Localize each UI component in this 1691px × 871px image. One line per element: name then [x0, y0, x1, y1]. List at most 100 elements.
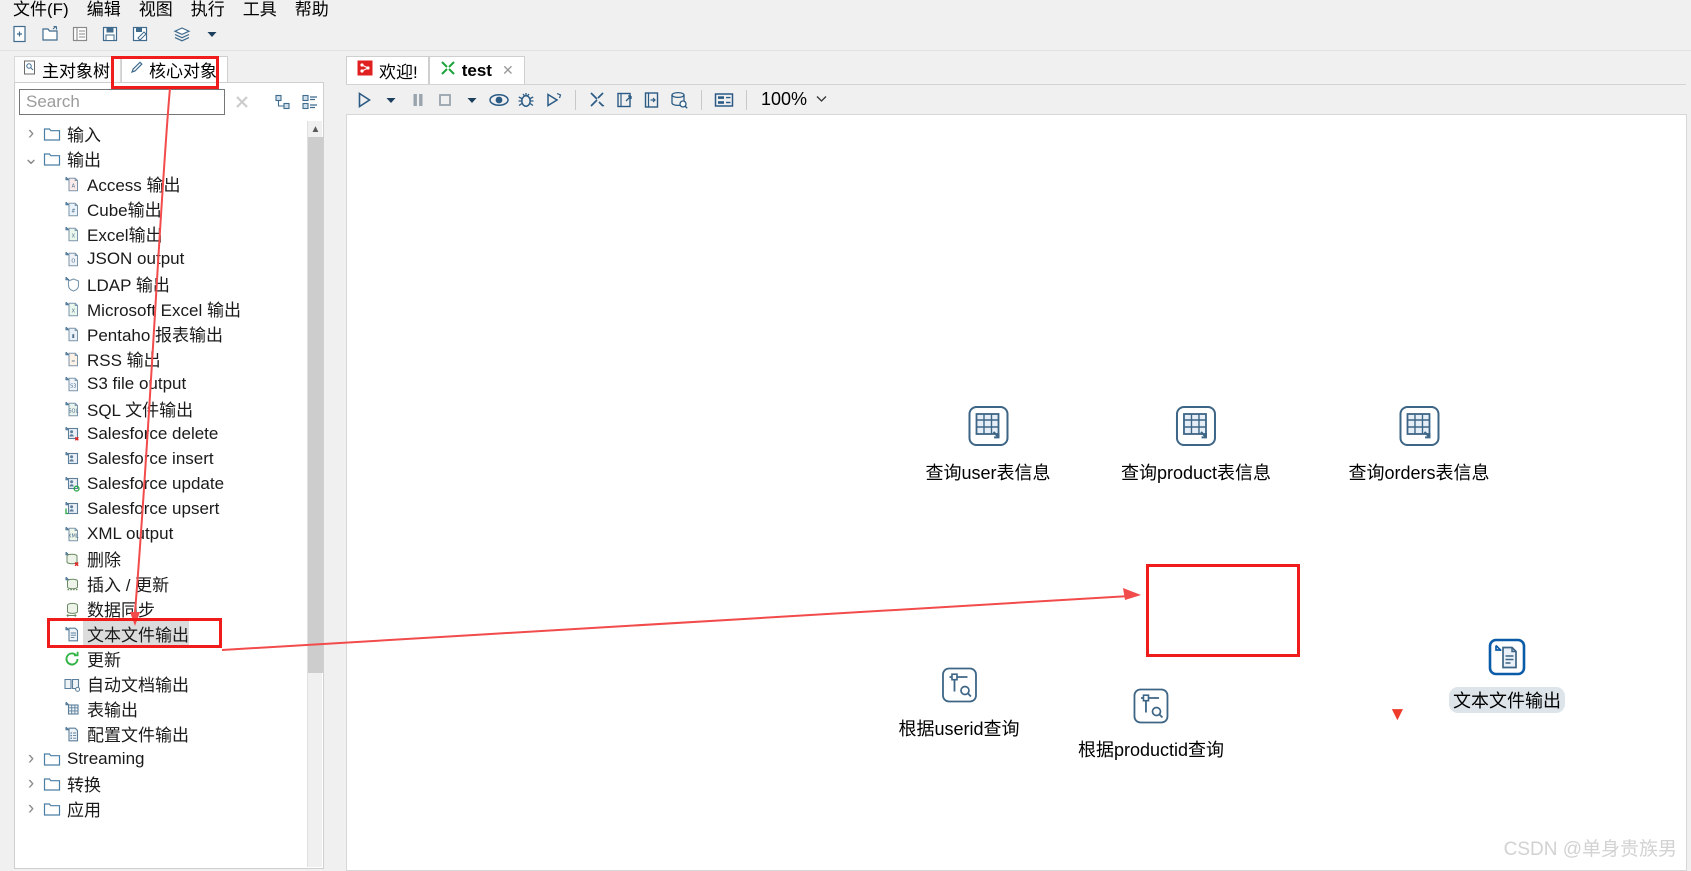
tree-item-salesforce-delete[interactable]: Salesforce delete — [17, 421, 309, 446]
stop-icon[interactable] — [433, 88, 457, 112]
tree-item-excel-output[interactable]: X Excel输出 — [17, 221, 309, 246]
tree-item-pentaho-report-output[interactable]: ▮ Pentaho 报表输出 — [17, 321, 309, 346]
tree-node-transform[interactable]: › 转换 — [17, 771, 309, 796]
tree-item-data-sync-label: 数据同步 — [87, 601, 155, 620]
canvas-node-text-file-output[interactable]: 文本文件输出 — [1449, 638, 1565, 713]
tree-node-output[interactable]: ⌄ 输出 — [17, 146, 309, 171]
log-icon[interactable] — [640, 88, 664, 112]
close-icon[interactable]: ✕ — [502, 62, 514, 79]
chevron-right-icon[interactable]: › — [21, 773, 41, 795]
run-dropdown-icon[interactable] — [379, 88, 403, 112]
tree-item-delete[interactable]: 删除 — [17, 546, 309, 571]
tree-item-update-label: 更新 — [87, 651, 121, 670]
transformation-canvas[interactable]: 查询user表信息 查询product表信息 查询orders表信息 根据use… — [346, 114, 1687, 871]
canvas-node-query-orders[interactable]: 查询orders表信息 — [1348, 404, 1490, 485]
run-icon[interactable] — [352, 88, 376, 112]
tree-item-properties-output[interactable]: 配置文件输出 — [17, 721, 309, 746]
show-last-preview-icon[interactable] — [613, 88, 637, 112]
chevron-down-icon[interactable] — [815, 89, 828, 110]
tree-item-properties-output-label: 配置文件输出 — [87, 726, 189, 745]
search-input-placeholder: Search — [26, 92, 80, 111]
scroll-up-icon[interactable]: ▲ — [308, 121, 323, 137]
tree-node-apply[interactable]: › 应用 — [17, 796, 309, 821]
menu-view[interactable]: 视图 — [130, 1, 182, 18]
pentaho-report-output-icon: ▮ — [61, 325, 83, 343]
tree-item-json-output[interactable]: O JSON output — [17, 246, 309, 271]
tree-item-text-file-output[interactable]: 文本文件输出 — [17, 621, 309, 646]
tree-item-ldap-output[interactable]: LDAP 输出 — [17, 271, 309, 296]
collapse-all-icon[interactable] — [272, 91, 293, 113]
tree-item-cube-output[interactable]: # Cube输出 — [17, 196, 309, 221]
text-file-output-icon — [61, 625, 83, 643]
menu-run[interactable]: 执行 — [182, 1, 234, 18]
explorer-icon[interactable] — [68, 22, 92, 46]
tree-item-salesforce-insert[interactable]: Salesforce insert — [17, 446, 309, 471]
menu-help[interactable]: 帮助 — [286, 1, 338, 18]
tree-item-salesforce-upsert-label: Salesforce upsert — [87, 498, 220, 518]
tree-item-update[interactable]: 更新 — [17, 646, 309, 671]
chevron-right-icon[interactable]: › — [21, 123, 41, 145]
canvas-node-query-user[interactable]: 查询user表信息 — [925, 404, 1051, 485]
tree-scrollbar[interactable]: ▲ — [307, 121, 323, 867]
tab-core-objects[interactable]: 核心对象 — [121, 56, 228, 82]
menu-tools[interactable]: 工具 — [234, 1, 286, 18]
editor-area: 欢迎! test ✕ 100% 查询user表信息 查询product表信息 查… — [340, 54, 1687, 871]
tab-main-object-tree[interactable]: 主对象树 — [14, 56, 121, 82]
chevron-down-icon[interactable]: ⌄ — [21, 148, 41, 169]
tab-main-object-tree-label: 主对象树 — [42, 62, 110, 81]
grid-icon[interactable] — [712, 88, 736, 112]
tree-item-sql-file-output[interactable]: SQL SQL 文件输出 — [17, 396, 309, 421]
stop-dropdown-icon[interactable] — [460, 88, 484, 112]
tree-item-s3-file-output[interactable]: S3 S3 file output — [17, 371, 309, 396]
replay-icon[interactable] — [541, 88, 565, 112]
open-folder-icon[interactable] — [38, 22, 62, 46]
tree-node-input-label: 输入 — [67, 126, 101, 145]
insert-update-icon — [61, 575, 83, 593]
text-file-output-node-icon — [1488, 638, 1526, 681]
dropdown-arrow-icon[interactable] — [200, 22, 224, 46]
tree-item-data-sync[interactable]: 数据同步 — [17, 596, 309, 621]
zoom-level-combo[interactable]: 100% — [757, 88, 834, 112]
save-as-icon[interactable] — [128, 22, 152, 46]
canvas-node-query-product[interactable]: 查询product表信息 — [1121, 404, 1271, 485]
tree-item-rss-output[interactable]: ≈ RSS 输出 — [17, 346, 309, 371]
chevron-right-icon[interactable]: › — [21, 748, 41, 770]
tree-item-sql-file-output-label: SQL 文件输出 — [87, 401, 194, 420]
tree-item-salesforce-upsert[interactable]: Salesforce upsert — [17, 496, 309, 521]
kettle-spoon-window: 文件(F) 编辑 视图 执行 工具 帮助 主对象树 核心对象 Search › … — [0, 0, 1691, 871]
canvas-node-lookup-userid[interactable]: 根据userid查询 — [898, 666, 1020, 741]
core-objects-tree[interactable]: › 输入 ⌄ 输出 A Access 输出 # Cube输出 X Excel输出 O JSON out… — [17, 121, 309, 867]
debug-icon[interactable] — [514, 88, 538, 112]
auto-doc-output-icon — [61, 675, 83, 693]
expand-all-icon[interactable] — [300, 91, 321, 113]
tree-item-auto-doc-output[interactable]: 自动文档输出 — [17, 671, 309, 696]
clear-search-icon[interactable] — [231, 91, 252, 113]
save-icon[interactable] — [98, 22, 122, 46]
tree-item-access-output[interactable]: A Access 输出 — [17, 171, 309, 196]
tree-node-streaming[interactable]: › Streaming — [17, 746, 309, 771]
database-inspect-icon[interactable] — [667, 88, 691, 112]
tab-test[interactable]: test ✕ — [428, 56, 525, 84]
excel-output-icon: X — [61, 225, 83, 243]
canvas-node-lookup-productid[interactable]: 根据productid查询 — [1078, 687, 1224, 762]
tree-node-input[interactable]: › 输入 — [17, 121, 309, 146]
tree-item-ms-excel-output[interactable]: X Microsoft Excel 输出 — [17, 296, 309, 321]
tree-item-salesforce-update[interactable]: Salesforce update — [17, 471, 309, 496]
new-file-icon[interactable] — [8, 22, 32, 46]
chevron-right-icon[interactable]: › — [21, 798, 41, 820]
tree-item-table-output[interactable]: 表输出 — [17, 696, 309, 721]
tree-item-insert-update[interactable]: 插入 / 更新 — [17, 571, 309, 596]
layers-icon[interactable] — [170, 22, 194, 46]
json-output-icon: O — [61, 250, 83, 268]
tab-welcome[interactable]: 欢迎! — [346, 56, 429, 84]
menu-file[interactable]: 文件(F) — [4, 1, 78, 18]
transformation-settings-icon[interactable] — [586, 88, 610, 112]
preview-icon[interactable] — [487, 88, 511, 112]
menu-bar: 文件(F) 编辑 视图 执行 工具 帮助 — [0, 0, 1691, 18]
menu-edit[interactable]: 编辑 — [78, 1, 130, 18]
scrollbar-thumb[interactable] — [308, 137, 323, 673]
search-input[interactable]: Search — [19, 89, 225, 115]
salesforce-insert-icon — [61, 450, 83, 468]
tree-item-xml-output[interactable]: XML XML output — [17, 521, 309, 546]
pause-icon[interactable] — [406, 88, 430, 112]
